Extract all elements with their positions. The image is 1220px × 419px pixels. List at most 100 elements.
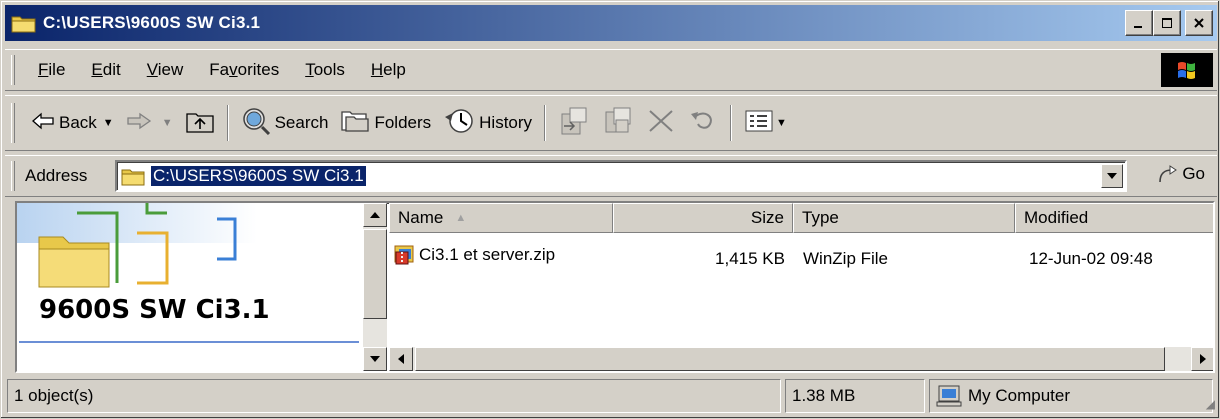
file-name: Ci3.1 et server.zip [419, 245, 556, 264]
undo-icon [688, 108, 718, 139]
history-button[interactable]: History [437, 103, 538, 143]
windows-logo-icon [1161, 53, 1213, 87]
menu-bar: File Edit View Favorites Tools Help [5, 49, 1217, 91]
history-label: History [479, 113, 533, 132]
column-header-type[interactable]: Type [793, 203, 1015, 233]
copy-to-button[interactable] [596, 103, 640, 143]
menu-favorites[interactable]: Favorites [196, 60, 292, 80]
address-value: C:\USERS\9600S SW Ci3.1 [151, 166, 366, 186]
address-grip[interactable] [11, 161, 15, 191]
standard-toolbar: Back ▼ ▼ Search Folders History ▼ [5, 95, 1217, 151]
close-button[interactable] [1185, 10, 1213, 36]
column-name-label: Name [398, 208, 444, 227]
menu-file[interactable]: File [25, 60, 78, 80]
search-button[interactable]: Search [235, 103, 335, 143]
back-button[interactable]: Back ▼ [25, 103, 120, 143]
scroll-right-icon [1200, 354, 1206, 364]
history-icon [443, 107, 475, 140]
menu-view[interactable]: View [134, 60, 197, 80]
delete-icon [646, 107, 676, 140]
maximize-icon [1162, 18, 1172, 28]
maximize-button[interactable] [1153, 10, 1181, 36]
undo-button[interactable] [682, 103, 724, 143]
vertical-scrollbar[interactable] [363, 203, 387, 371]
minimize-icon [1134, 26, 1142, 28]
status-size: 1.38 MB [785, 379, 925, 413]
back-dropdown-icon[interactable]: ▼ [103, 117, 114, 129]
menu-grip[interactable] [11, 55, 15, 85]
views-icon [744, 108, 774, 139]
scroll-right-button[interactable] [1191, 347, 1213, 371]
go-arrow-icon [1156, 164, 1178, 184]
winzip-file-icon [393, 243, 417, 267]
back-label: Back [59, 113, 97, 132]
folders-icon [340, 108, 370, 139]
close-icon [1194, 18, 1204, 28]
forward-button[interactable]: ▼ [120, 103, 179, 143]
status-size-text: 1.38 MB [792, 386, 856, 405]
scroll-thumb[interactable] [363, 229, 387, 319]
folder-title: 9600S SW Ci3.1 [39, 295, 270, 325]
my-computer-icon [936, 384, 962, 408]
up-button[interactable] [179, 103, 221, 143]
minimize-button[interactable] [1125, 10, 1153, 36]
folder-icon [11, 13, 37, 33]
window-title: C:\USERS\9600S SW Ci3.1 [43, 13, 261, 32]
zone-text: My Computer [968, 386, 1071, 405]
forward-arrow-icon [126, 112, 152, 135]
scroll-down-button[interactable] [363, 347, 387, 371]
column-size-label: Size [750, 208, 784, 227]
toolbar-separator [544, 105, 547, 141]
toolbar-grip[interactable] [11, 103, 15, 143]
column-header-size[interactable]: Size [613, 203, 793, 233]
toolbar-separator [226, 105, 229, 141]
status-bar: 1 object(s) 1.38 MB My Computer ◢ [5, 377, 1217, 415]
horizontal-scroll-thumb[interactable] [415, 347, 1165, 371]
move-to-icon [558, 106, 590, 141]
column-modified-label: Modified [1024, 208, 1089, 227]
title-divider [19, 341, 359, 343]
column-header-modified[interactable]: Modified [1015, 203, 1213, 233]
column-type-label: Type [802, 208, 839, 227]
web-view-pane: 9600S SW Ci3.1 [17, 203, 363, 371]
sort-ascending-icon: ▲ [455, 212, 467, 224]
search-icon [241, 107, 271, 140]
title-bar[interactable]: C:\USERS\9600S SW Ci3.1 [5, 5, 1217, 41]
scroll-left-icon [398, 354, 404, 364]
menu-edit[interactable]: Edit [78, 60, 133, 80]
menu-tools[interactable]: Tools [292, 60, 358, 80]
explorer-window: C:\USERS\9600S SW Ci3.1 File Edit View F… [0, 0, 1220, 419]
move-to-button[interactable] [552, 103, 596, 143]
resize-grip-icon[interactable]: ◢ [1206, 397, 1215, 411]
address-bar: Address C:\USERS\9600S SW Ci3.1 Go [5, 155, 1217, 197]
go-label: Go [1182, 164, 1205, 183]
delete-button[interactable] [640, 103, 682, 143]
content-area: 9600S SW Ci3.1 Name ▲ Size Type Modified… [15, 201, 1215, 373]
status-object-count: 1 object(s) [7, 379, 781, 413]
go-button[interactable]: Go [1156, 164, 1205, 184]
scroll-left-button[interactable] [389, 347, 413, 371]
scroll-down-icon [370, 356, 380, 362]
views-dropdown-icon[interactable]: ▼ [776, 117, 787, 129]
menu-help[interactable]: Help [358, 60, 419, 80]
views-button[interactable]: ▼ [738, 103, 793, 143]
file-type: WinZip File [803, 249, 889, 268]
toolbar-separator [730, 105, 733, 141]
horizontal-scrollbar[interactable] [389, 347, 1213, 371]
address-input[interactable]: C:\USERS\9600S SW Ci3.1 [115, 160, 1127, 192]
file-name-cell[interactable]: Ci3.1 et server.zip [393, 243, 555, 267]
address-folder-icon [121, 166, 145, 186]
address-dropdown-button[interactable] [1101, 164, 1123, 188]
file-size: 1,415 KB [715, 249, 785, 268]
folders-button[interactable]: Folders [334, 103, 437, 143]
scroll-up-icon [370, 212, 380, 218]
status-zone: My Computer [929, 379, 1213, 413]
scroll-up-button[interactable] [363, 203, 387, 227]
forward-dropdown-icon[interactable]: ▼ [162, 117, 173, 129]
object-count-text: 1 object(s) [14, 386, 94, 405]
file-modified: 12-Jun-02 09:48 [1029, 249, 1153, 268]
address-label: Address [25, 166, 88, 185]
folders-label: Folders [374, 113, 432, 132]
chevron-down-icon [1107, 173, 1117, 179]
column-header-name[interactable]: Name ▲ [389, 203, 613, 233]
